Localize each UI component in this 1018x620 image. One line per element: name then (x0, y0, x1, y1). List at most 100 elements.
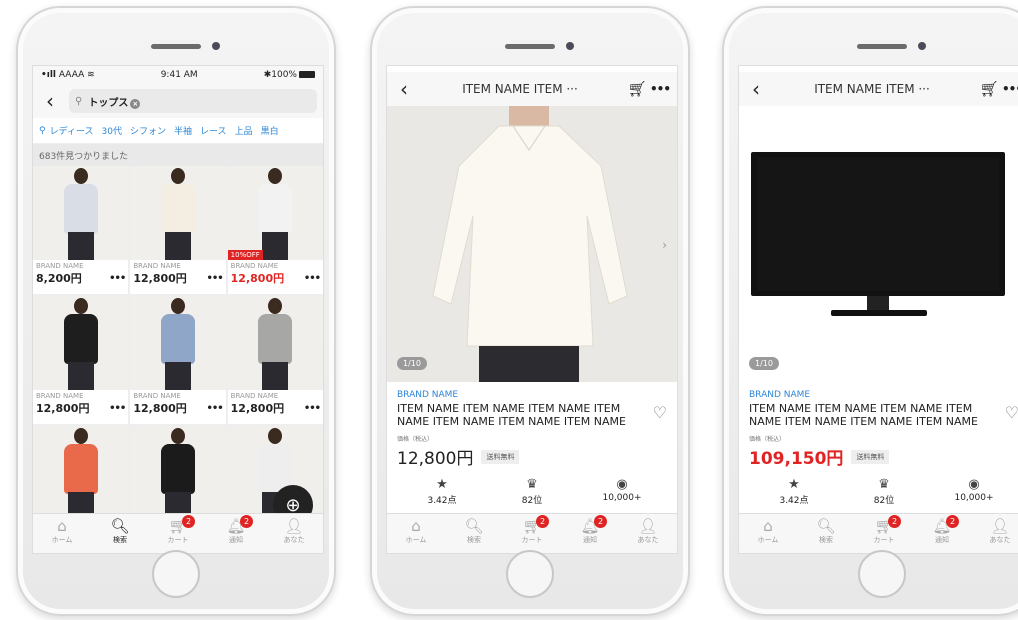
tab-bar: ⌂ ホーム 🔍︎ 検索 🛒︎ カート 2 🔔︎ 通知 2 👤︎ あなた (739, 513, 1018, 553)
eye-icon: ◉ (616, 477, 628, 492)
stat-value: 3.42点 (427, 496, 457, 506)
tag[interactable]: 半袖 (174, 124, 192, 137)
more-icon[interactable]: ••• (304, 273, 321, 284)
product-image[interactable]: 1/10 (739, 106, 1018, 382)
blouse-photo (387, 106, 677, 382)
battery-level: 100% (271, 70, 297, 80)
garment (160, 314, 195, 364)
brand-link[interactable]: BRAND NAME (749, 390, 1018, 400)
more-icon[interactable]: ••• (1001, 82, 1018, 96)
search-header: ‹ ⚲ トップス × (33, 84, 323, 118)
back-button[interactable]: ‹ (393, 79, 415, 99)
shipping-badge: 送料無料 (851, 449, 890, 464)
model-head (268, 168, 283, 184)
product-card[interactable]: BRAND NAME 8,200円 ••• (33, 166, 129, 294)
garment (258, 314, 293, 364)
stat-item[interactable]: ♛ 82位 (839, 477, 929, 506)
tab-home[interactable]: ⌂ ホーム (387, 514, 445, 553)
tab-search[interactable]: 🔍︎ 検索 (797, 514, 855, 553)
more-icon[interactable]: ••• (649, 82, 671, 96)
stat-item[interactable]: ★ 3.42点 (397, 477, 487, 506)
status-bar: •ıll AAAA ≋ 9:41 AM ✱100% (33, 66, 323, 84)
product-photo (227, 296, 323, 390)
tag-row: ⚲ レディース 30代 シフォン 半袖 レース 上品 黒白 (33, 118, 323, 144)
tab-label: 通知 (583, 536, 597, 544)
tab-bell[interactable]: 🔔︎ 通知 2 (561, 514, 619, 553)
tab-user[interactable]: 👤︎ あなた (971, 514, 1018, 553)
tab-home[interactable]: ⌂ ホーム (33, 514, 91, 553)
product-card[interactable]: BRAND NAME 12,800円 ••• (130, 166, 226, 294)
tab-label: 検索 (113, 536, 127, 544)
back-button[interactable]: ‹ (39, 91, 61, 111)
tag[interactable]: レディース (50, 124, 94, 137)
tag[interactable]: 上品 (235, 124, 253, 137)
tab-home[interactable]: ⌂ ホーム (739, 514, 797, 553)
product-card[interactable]: BRAND NAME 12,800円 ••• (130, 296, 226, 424)
stat-item[interactable]: ♛ 82位 (487, 477, 577, 506)
more-icon[interactable]: ••• (109, 403, 126, 414)
home-button[interactable] (506, 550, 554, 598)
tab-user[interactable]: 👤︎ あなた (265, 514, 323, 553)
product-card[interactable]: BRAND NAME 12,800円 ••• (227, 296, 323, 424)
more-icon[interactable]: ••• (206, 403, 223, 414)
favorite-heart-icon[interactable]: ♡ (653, 405, 667, 421)
tag[interactable]: 30代 (102, 124, 122, 137)
bell-icon: 🔔︎ (226, 517, 246, 535)
product-photo (130, 166, 226, 260)
tag[interactable]: レース (200, 124, 227, 137)
brand-link[interactable]: BRAND NAME (397, 390, 667, 400)
search-icon: 🔍︎ (464, 517, 484, 535)
favorite-heart-icon[interactable]: ♡ (1005, 405, 1018, 421)
tab-bell[interactable]: 🔔︎ 通知 2 (913, 514, 971, 553)
tab-search[interactable]: 🔍︎ 検索 (445, 514, 503, 553)
model-legs (67, 362, 94, 390)
garment (63, 314, 98, 364)
next-image-icon[interactable]: › (662, 238, 667, 252)
tag[interactable]: シフォン (130, 124, 166, 137)
tab-cart[interactable]: 🛒︎ カート 2 (149, 514, 207, 553)
search-chip[interactable]: トップス × (88, 94, 141, 109)
model-head (170, 298, 185, 314)
tab-label: ホーム (757, 536, 779, 544)
earpiece (857, 44, 907, 49)
stat-value: 10,000+ (954, 493, 994, 503)
tab-bell[interactable]: 🔔︎ 通知 2 (207, 514, 265, 553)
item-name: ITEM NAME ITEM NAME ITEM NAME ITEM NAME … (749, 402, 1018, 428)
home-icon: ⌂ (763, 517, 773, 535)
back-button[interactable]: ‹ (745, 79, 767, 99)
cart-icon[interactable]: 🛒︎ (625, 80, 649, 98)
item-name-text: ITEM NAME ITEM NAME ITEM NAME ITEM NAME … (397, 402, 626, 428)
product-card[interactable]: BRAND NAME 12,800円 ••• (33, 296, 129, 424)
stat-item[interactable]: ★ 3.42点 (749, 477, 839, 506)
product-image[interactable]: 1/10 › (387, 106, 677, 382)
product-card[interactable]: 10%OFF BRAND NAME 12,800円 ••• (227, 166, 323, 294)
user-icon: 👤︎ (638, 517, 658, 535)
clear-icon[interactable]: × (130, 98, 141, 109)
star-icon: ★ (788, 477, 800, 492)
more-icon[interactable]: ••• (206, 273, 223, 284)
home-icon: ⌂ (411, 517, 421, 535)
tab-label: あなた (989, 536, 1011, 544)
stat-item[interactable]: ◉ 10,000+ (929, 477, 1018, 506)
product-price: 12,800円 (133, 272, 187, 285)
product-photo (33, 166, 129, 260)
product-brand: BRAND NAME (230, 392, 279, 400)
tab-user[interactable]: 👤︎ あなた (619, 514, 677, 553)
more-icon[interactable]: ••• (109, 273, 126, 284)
search-input[interactable]: ⚲ トップス × (69, 89, 317, 113)
search-chip-label: トップス (88, 97, 129, 109)
home-button[interactable] (858, 550, 906, 598)
tab-cart[interactable]: 🛒︎ カート 2 (503, 514, 561, 553)
item-name-text: ITEM NAME ITEM NAME ITEM NAME ITEM NAME … (749, 402, 978, 428)
price-label: 価格（税込） (397, 436, 434, 443)
home-button[interactable] (152, 550, 200, 598)
tab-cart[interactable]: 🛒︎ カート 2 (855, 514, 913, 553)
stat-item[interactable]: ◉ 10,000+ (577, 477, 667, 506)
cart-icon[interactable]: 🛒︎ (977, 80, 1001, 98)
garment (63, 184, 98, 234)
tab-search[interactable]: 🔍︎ 検索 (91, 514, 149, 553)
tab-label: 通知 (935, 536, 949, 544)
product-price: 12,800円 (230, 272, 285, 285)
more-icon[interactable]: ••• (304, 403, 321, 414)
tag[interactable]: 黒白 (261, 124, 279, 137)
